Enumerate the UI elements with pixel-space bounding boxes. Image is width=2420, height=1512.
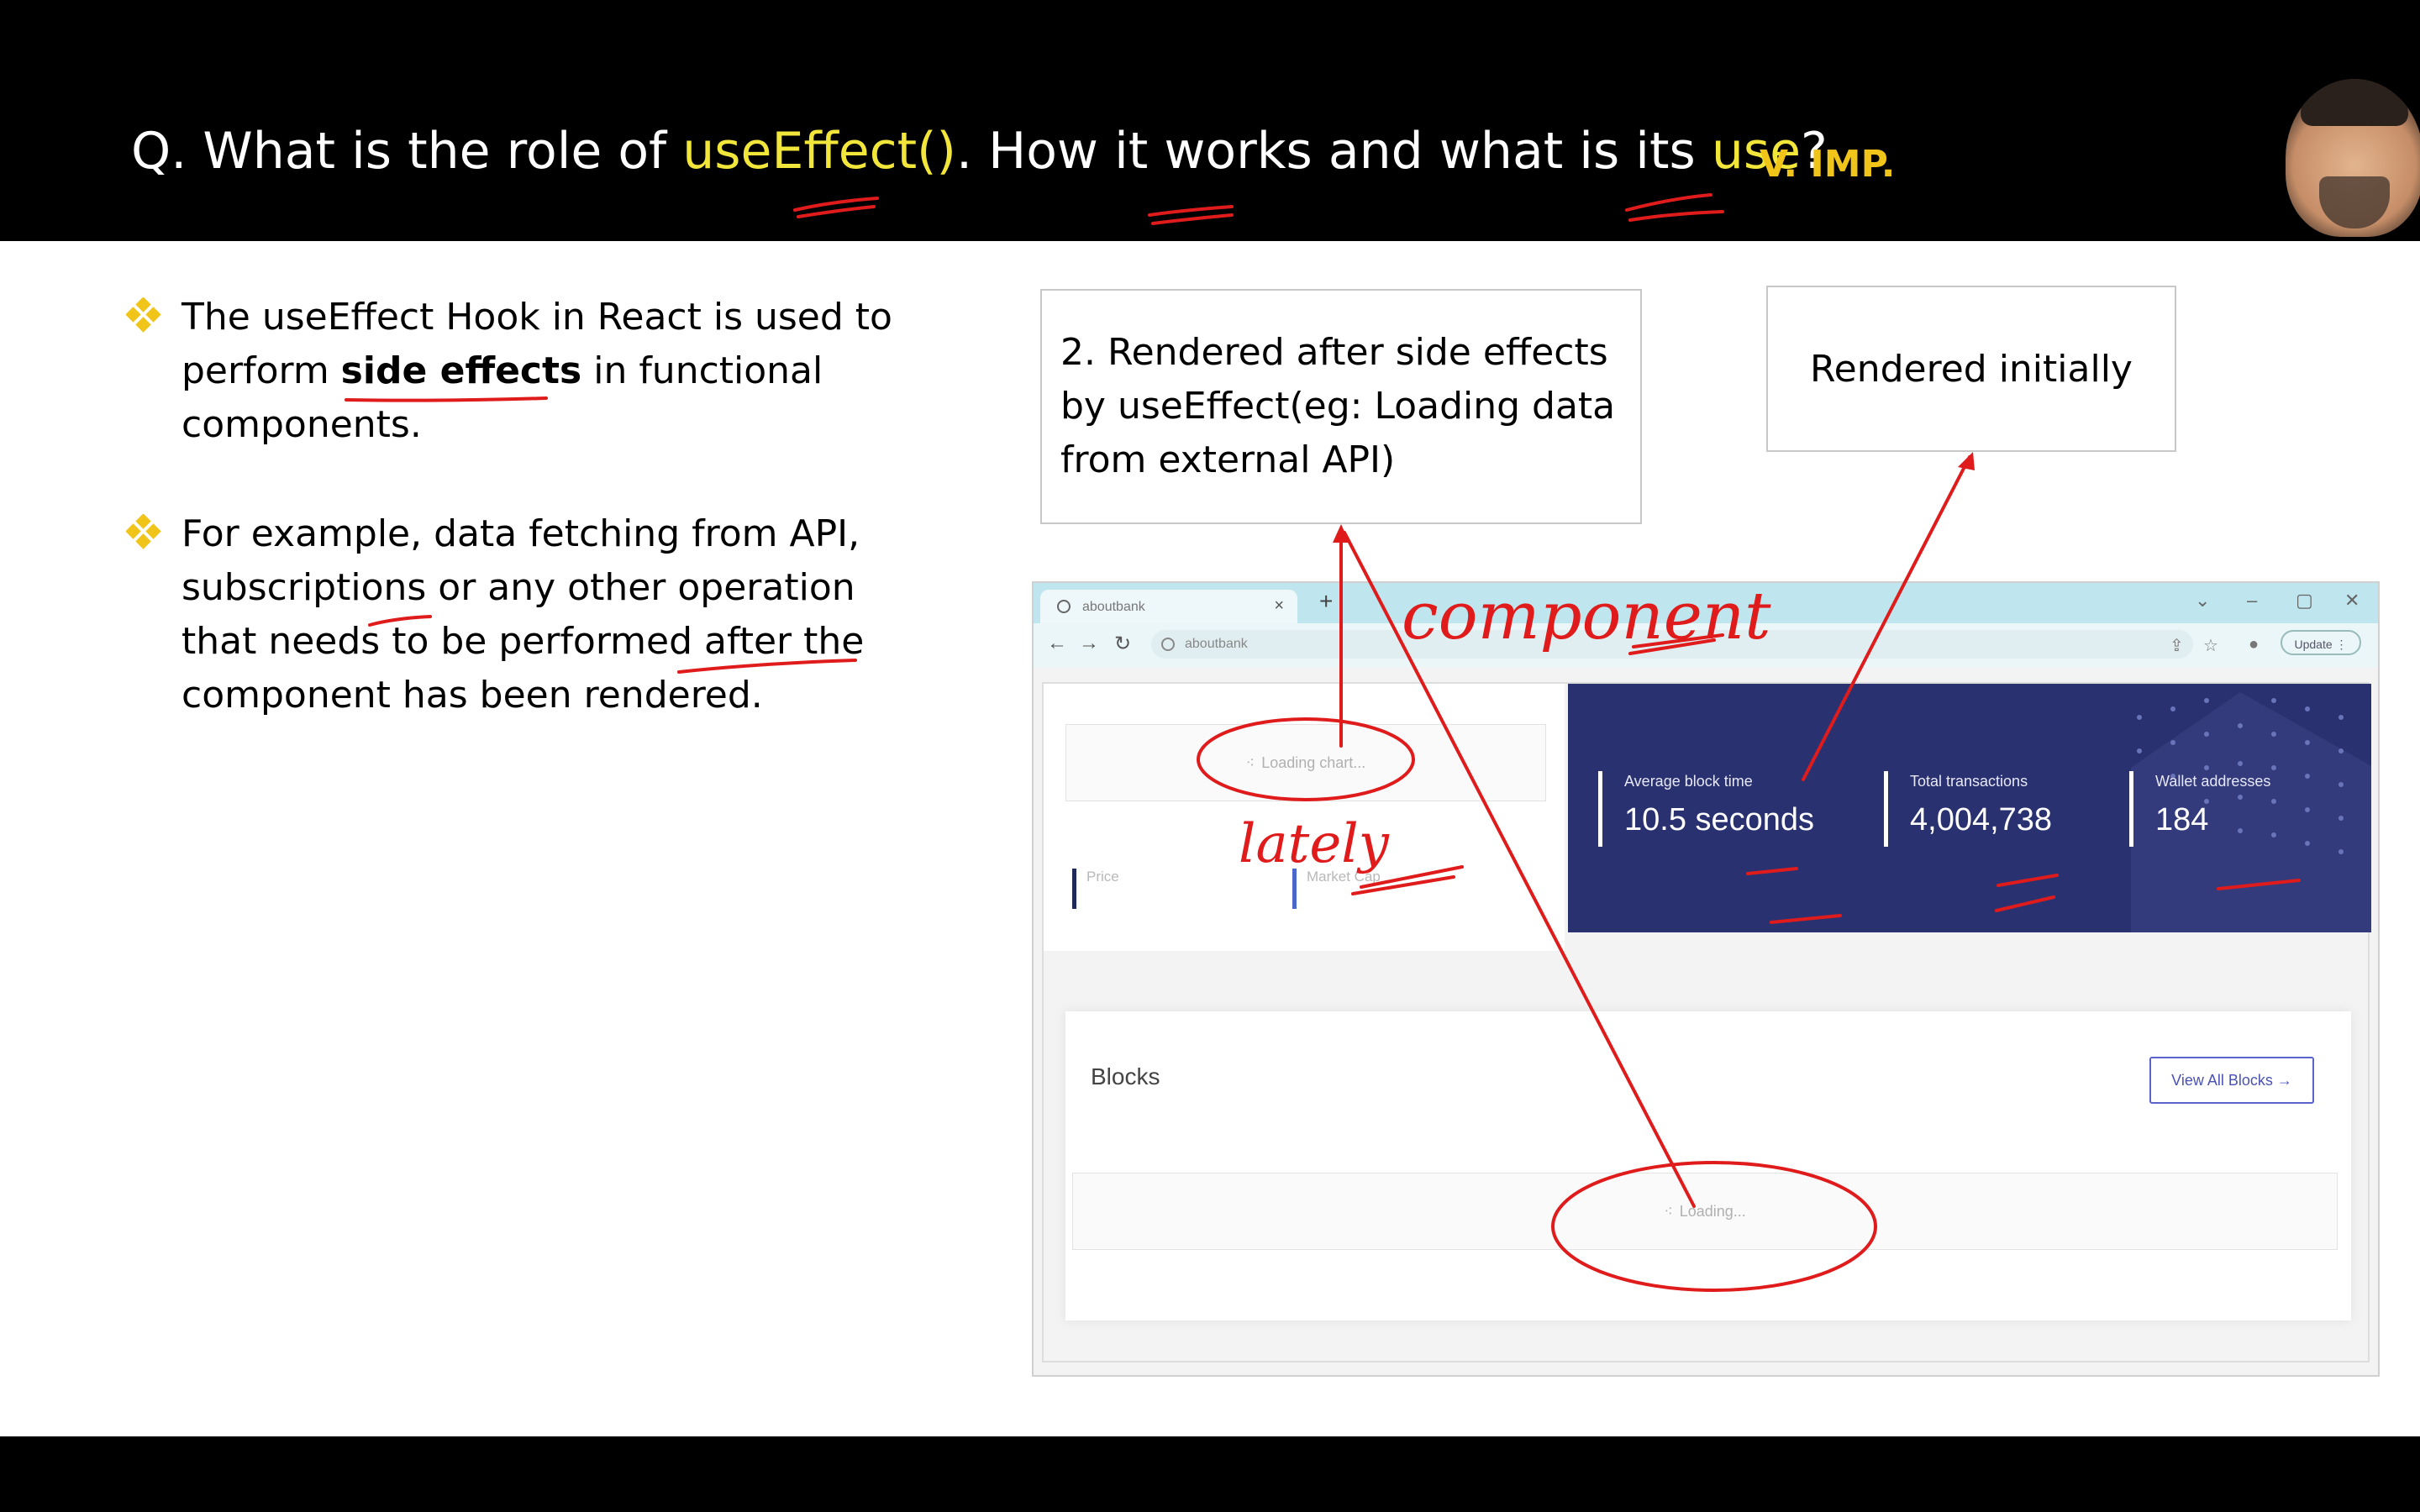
loading-chart-placeholder: ⁖ Loading chart... — [1065, 724, 1546, 801]
update-label: Update — [2294, 638, 2333, 651]
tab-title: aboutbank — [1082, 600, 1145, 614]
bullet-bold-text: side effects — [340, 349, 582, 392]
market-cap-label: Market Cap — [1307, 869, 1381, 885]
bullet-text: For example, data fetching from API, sub… — [182, 512, 865, 717]
presenter-avatar — [2286, 79, 2420, 237]
callout-text: Rendered initially — [1810, 347, 2133, 391]
back-arrow-icon[interactable]: ← — [1047, 632, 1067, 655]
stat-value: 184 — [2155, 802, 2209, 837]
close-icon[interactable]: × — [1274, 596, 1284, 616]
price-label: Price — [1086, 869, 1119, 885]
browser-tab[interactable]: aboutbank × — [1040, 590, 1297, 623]
stat-value: 10.5 seconds — [1624, 802, 1815, 837]
stat-average-block-time: Average block time 10.5 seconds — [1598, 771, 1814, 847]
chevron-down-icon[interactable]: ⌄ — [2195, 590, 2210, 612]
bottom-bar — [0, 1436, 2420, 1512]
callout-rendered-initially: Rendered initially — [1766, 286, 2176, 452]
site-info-icon[interactable] — [1161, 638, 1175, 651]
market-cap-stat: Market Cap — [1292, 869, 1381, 909]
url-input[interactable]: aboutbank — [1151, 630, 2193, 659]
browser-window: aboutbank × + ⌄ – ▢ ✕ ← → ↻ aboutbank ⇪ … — [1032, 581, 2380, 1377]
spinner-icon: ⁖ — [1245, 753, 1255, 771]
arrowhead-icon — [1958, 452, 1975, 470]
profile-icon[interactable]: ● — [2249, 635, 2259, 654]
share-icon[interactable]: ⇪ — [2170, 635, 2184, 656]
price-marketcap-row: Price Market Cap — [1044, 843, 1565, 951]
question-hook-name: useEffect() — [682, 122, 956, 181]
diamond-bullet-icon — [126, 514, 161, 549]
bullet-list: The useEffect Hook in React is used to p… — [126, 291, 916, 778]
network-stats-card: Average block time 10.5 seconds Total tr… — [1568, 684, 2371, 932]
question-text: . How it — [955, 122, 1165, 181]
callout-after-side-effects: 2. Rendered after side effects by useEff… — [1040, 289, 1642, 524]
maximize-icon[interactable]: ▢ — [2296, 590, 2313, 612]
blocks-card: Blocks View All Blocks → ⁖ Loading... — [1065, 1011, 2351, 1320]
bullet-item: For example, data fetching from API, sub… — [126, 507, 916, 722]
minimize-icon[interactable]: – — [2247, 590, 2257, 612]
address-bar: ← → ↻ aboutbank ⇪ ☆ ● Update ⋮ — [1034, 623, 2378, 667]
stat-wallet-addresses: Wallet addresses 184 — [2129, 771, 2270, 847]
question-text: and what is its — [1312, 122, 1712, 181]
stat-total-transactions: Total transactions 4,004,738 — [1884, 771, 2052, 847]
question-prefix: Q. What is the role of — [131, 122, 683, 181]
update-button[interactable]: Update ⋮ — [2281, 630, 2361, 655]
arrowhead-icon — [1333, 524, 1349, 543]
title-bar — [0, 0, 2420, 241]
view-all-blocks-button[interactable]: View All Blocks → — [2149, 1057, 2314, 1104]
star-icon[interactable]: ☆ — [2203, 635, 2218, 656]
favicon-icon — [1057, 600, 1071, 613]
loading-text: Loading... — [1679, 1202, 1746, 1220]
blocks-loading-placeholder: ⁖ Loading... — [1072, 1173, 2338, 1250]
loading-chart-text: Loading chart... — [1261, 753, 1366, 771]
price-stat: Price — [1072, 869, 1119, 909]
slide-question: Q. What is the role of useEffect(). How … — [131, 126, 1828, 176]
stat-label: Average block time — [1624, 773, 1753, 790]
window-close-icon[interactable]: ✕ — [2344, 590, 2360, 612]
stat-value: 4,004,738 — [1910, 802, 2053, 837]
new-tab-icon[interactable]: + — [1319, 588, 1333, 615]
stat-label: Wallet addresses — [2155, 773, 2271, 790]
web-page: ⁖ Loading chart... Price Market Cap Avera… — [1042, 682, 2371, 1362]
question-works: works — [1164, 122, 1313, 181]
url-text: aboutbank — [1185, 637, 1248, 651]
spinner-icon: ⁖ — [1664, 1202, 1673, 1220]
stat-label: Total transactions — [1910, 773, 2028, 790]
bullet-item: The useEffect Hook in React is used to p… — [126, 291, 916, 452]
forward-arrow-icon[interactable]: → — [1079, 632, 1099, 655]
blocks-title: Blocks — [1091, 1063, 1160, 1089]
diamond-bullet-icon — [126, 297, 161, 333]
tab-strip: aboutbank × + ⌄ – ▢ ✕ — [1034, 583, 2378, 623]
importance-badge: V. IMP. — [1760, 143, 1896, 186]
reload-icon[interactable]: ↻ — [1114, 632, 1131, 656]
